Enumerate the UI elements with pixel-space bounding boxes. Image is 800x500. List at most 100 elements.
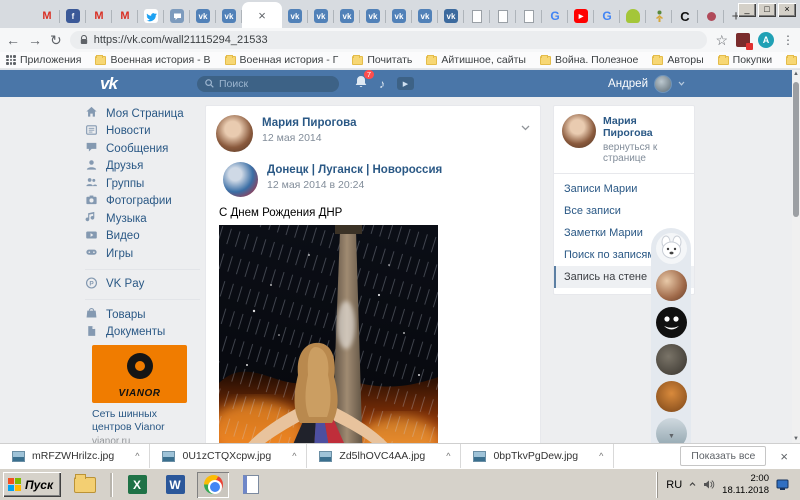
back-to-page-link[interactable]: вернуться к странице: [603, 142, 686, 164]
browser-profile-avatar[interactable]: A: [758, 32, 774, 48]
sidebar-item-vkpay[interactable]: PVK Pay: [85, 276, 200, 294]
browser-tab[interactable]: vk: [438, 4, 464, 28]
post-photo[interactable]: [219, 225, 438, 443]
browser-tab[interactable]: [516, 4, 542, 28]
vk-search-input[interactable]: Поиск: [197, 76, 339, 92]
soldier-avatar[interactable]: [656, 381, 687, 412]
active-tab[interactable]: ×: [242, 2, 282, 28]
browser-tab[interactable]: [138, 4, 164, 28]
post-author-name[interactable]: Мария Пирогова: [262, 117, 356, 129]
browser-tab[interactable]: M: [34, 4, 60, 28]
bookmark-folder[interactable]: Скачать: [786, 54, 800, 66]
browser-tab[interactable]: G: [594, 4, 620, 28]
page-scrollbar[interactable]: ▲ ▼: [792, 70, 800, 443]
bookmark-folder[interactable]: Авторы: [652, 54, 703, 66]
url-text[interactable]: https://vk.com/wall21115294_21533: [94, 34, 268, 46]
sidebar-item-home[interactable]: Моя Страница: [85, 105, 200, 123]
tab-close-icon[interactable]: ×: [258, 9, 266, 22]
scroll-up-icon[interactable]: ▲: [792, 71, 800, 77]
explorer-taskbar-button[interactable]: [69, 472, 101, 498]
extension-icon[interactable]: [736, 33, 750, 47]
browser-tab[interactable]: [490, 4, 516, 28]
reload-icon[interactable]: ↻: [50, 33, 62, 47]
dock-collapse-icon[interactable]: ▼: [668, 433, 675, 440]
scroll-down-icon[interactable]: ▼: [792, 436, 800, 442]
notifications-bell-icon[interactable]: 7: [355, 75, 367, 93]
download-item[interactable]: mRFZWHrilzc.jpg^: [0, 444, 150, 469]
post-author-avatar[interactable]: [216, 115, 253, 152]
downloads-close-icon[interactable]: ×: [780, 449, 788, 464]
browser-tab[interactable]: vk: [412, 4, 438, 28]
show-all-downloads-button[interactable]: Показать все: [680, 446, 766, 466]
browser-tab[interactable]: vk: [334, 4, 360, 28]
download-menu-chevron-icon[interactable]: ^: [135, 451, 139, 461]
download-menu-chevron-icon[interactable]: ^: [599, 451, 603, 461]
browser-tab[interactable]: vk: [308, 4, 334, 28]
chrome-taskbar-button[interactable]: [197, 472, 229, 498]
browser-tab[interactable]: ▶: [568, 4, 594, 28]
video-button-icon[interactable]: ▶: [397, 77, 414, 90]
ad-title-link[interactable]: Сеть шинных центров Vianor: [92, 408, 192, 434]
sidebar-item-groups[interactable]: Группы: [85, 175, 200, 193]
bookmark-folder[interactable]: Война. Полезное: [540, 54, 638, 66]
browser-tab[interactable]: [620, 4, 646, 28]
forward-icon[interactable]: →: [28, 33, 42, 47]
bookmark-star-icon[interactable]: ☆: [715, 33, 728, 47]
family-avatar[interactable]: [656, 270, 687, 301]
browser-tab[interactable]: [646, 4, 672, 28]
repost-community-name[interactable]: Донецк | Луганск | Новороссия: [267, 164, 442, 176]
repost-community-avatar[interactable]: [223, 162, 258, 197]
sidebar-item-photos[interactable]: Фотографии: [85, 193, 200, 211]
browser-menu-icon[interactable]: ⋮: [782, 33, 794, 47]
bookmark-folder[interactable]: Айтишное, сайты: [426, 54, 526, 66]
language-indicator[interactable]: RU: [666, 479, 682, 491]
post-menu-chevron-icon[interactable]: [521, 118, 530, 136]
sidebar-item-games[interactable]: Игры: [85, 245, 200, 263]
repost-date[interactable]: 12 мая 2014 в 20:24: [267, 179, 442, 191]
browser-tab[interactable]: vk: [216, 4, 242, 28]
browser-tab[interactable]: [698, 4, 724, 28]
download-menu-chevron-icon[interactable]: ^: [446, 451, 450, 461]
address-bar[interactable]: https://vk.com/wall21115294_21533: [70, 31, 708, 49]
browser-tab[interactable]: C: [672, 4, 698, 28]
right-menu-item[interactable]: Записи Марии: [554, 178, 694, 200]
right-profile-avatar[interactable]: [562, 114, 596, 148]
right-profile-name[interactable]: Мария Пирогова: [603, 115, 686, 139]
browser-tab[interactable]: G: [542, 4, 568, 28]
word-taskbar-button[interactable]: W: [159, 472, 191, 498]
minimize-button[interactable]: _: [738, 3, 756, 17]
browser-tab[interactable]: M: [112, 4, 138, 28]
browser-tab[interactable]: [164, 4, 190, 28]
browser-tab[interactable]: vk: [282, 4, 308, 28]
bookmark-folder[interactable]: Военная история - В: [95, 54, 210, 66]
dark-avatar[interactable]: [656, 344, 687, 375]
browser-tab[interactable]: vk: [360, 4, 386, 28]
sidebar-item-news[interactable]: Новости: [85, 123, 200, 141]
start-button[interactable]: Пуск: [3, 472, 61, 497]
vk-user-menu[interactable]: Андрей: [608, 75, 685, 93]
maximize-button[interactable]: □: [758, 3, 776, 17]
browser-tab[interactable]: M: [86, 4, 112, 28]
browser-tab[interactable]: f: [60, 4, 86, 28]
bookmark-folder[interactable]: Почитать: [352, 54, 412, 66]
smiley-avatar[interactable]: [656, 307, 687, 338]
scrollbar-thumb[interactable]: [793, 82, 799, 217]
sidebar-item-video[interactable]: Видео: [85, 228, 200, 246]
sidebar-item-friends[interactable]: Друзья: [85, 158, 200, 176]
clock[interactable]: 2:00 18.11.2018: [722, 473, 769, 497]
ad-image[interactable]: VIANOR: [92, 345, 187, 403]
download-item[interactable]: 0bpTkvPgDew.jpg^: [461, 444, 614, 469]
notepad-taskbar-button[interactable]: [235, 472, 267, 498]
back-icon[interactable]: ←: [6, 33, 20, 47]
bookmarks-apps[interactable]: Приложения: [6, 54, 81, 66]
vk-logo[interactable]: vk: [100, 74, 117, 94]
download-item[interactable]: 0U1zCTQXcpw.jpg^: [150, 444, 307, 469]
browser-tab[interactable]: vk: [386, 4, 412, 28]
hidden-icons-arrow[interactable]: [689, 481, 696, 488]
music-icon[interactable]: ♪: [379, 77, 385, 91]
sidebar-item-music[interactable]: Музыка: [85, 210, 200, 228]
excel-taskbar-button[interactable]: X: [121, 472, 153, 498]
bookmark-folder[interactable]: Покупки: [718, 54, 773, 66]
volume-icon[interactable]: [703, 479, 715, 490]
sidebar-item-docs[interactable]: Документы: [85, 324, 200, 342]
